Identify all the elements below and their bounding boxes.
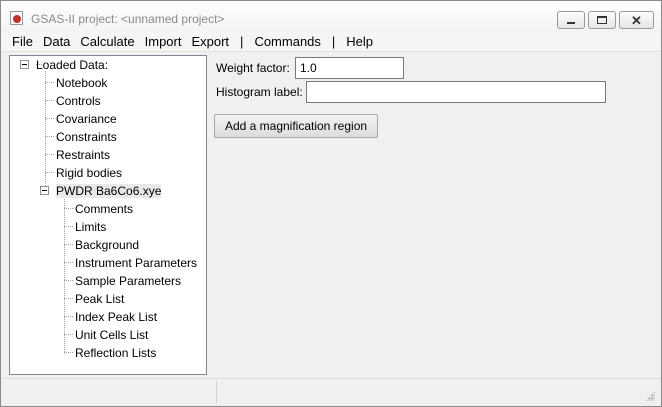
- tree-item-unit-cells-list[interactable]: Unit Cells List: [75, 327, 148, 343]
- tree-connector: [45, 118, 54, 119]
- tree-connector: [45, 172, 54, 173]
- tree-connector: [64, 262, 73, 263]
- menu-export[interactable]: Export: [186, 34, 234, 49]
- tree-root[interactable]: Loaded Data:: [36, 57, 108, 73]
- add-magnification-button[interactable]: Add a magnification region: [214, 114, 378, 138]
- menu-separator: |: [331, 34, 336, 49]
- tree-item-label: Restraints: [56, 148, 111, 162]
- maximize-button[interactable]: [588, 11, 616, 29]
- gsas-app-icon: [10, 11, 23, 25]
- tree-item-constraints[interactable]: Constraints: [56, 129, 117, 145]
- tree-connector: [45, 100, 54, 101]
- tree-connector: [64, 352, 73, 353]
- tree-connector: [64, 298, 73, 299]
- tree-item-label: Peak List: [75, 292, 125, 306]
- tree-item-restraints[interactable]: Restraints: [56, 147, 110, 163]
- tree-connector: [64, 280, 73, 281]
- tree-connector: [64, 208, 73, 209]
- tree-connector: [45, 154, 54, 155]
- add-magnification-label: Add a magnification region: [224, 119, 368, 133]
- collapse-histogram-icon[interactable]: [40, 186, 49, 195]
- tree-item-instrument-parameters[interactable]: Instrument Parameters: [75, 255, 197, 271]
- menu-commands[interactable]: Commands: [249, 34, 325, 49]
- tree-connector: [45, 82, 54, 83]
- tree-item-comments[interactable]: Comments: [75, 201, 133, 217]
- tree-item-label: Notebook: [56, 76, 108, 90]
- maximize-icon: [597, 16, 607, 24]
- tree-item-histogram[interactable]: PWDR Ba6Co6.xye: [56, 183, 162, 199]
- main-window: GSAS-II project: <unnamed project> ✕ Fil…: [0, 0, 662, 407]
- tree-item-label: Constraints: [56, 130, 117, 144]
- menu-bar: File Data Calculate Import Export | Comm…: [1, 32, 661, 52]
- tree-item-label: Instrument Parameters: [75, 256, 198, 270]
- tree-item-label: Unit Cells List: [75, 328, 149, 342]
- tree-connector: [64, 334, 73, 335]
- tree-item-controls[interactable]: Controls: [56, 93, 101, 109]
- tree-item-label: Background: [75, 238, 140, 252]
- window-title: GSAS-II project: <unnamed project>: [31, 12, 225, 26]
- status-field-1: [1, 381, 217, 403]
- tree-item-peak-list[interactable]: Peak List: [75, 291, 124, 307]
- tree-item-sample-parameters[interactable]: Sample Parameters: [75, 273, 181, 289]
- menu-data[interactable]: Data: [38, 34, 75, 49]
- collapse-root-icon[interactable]: [20, 60, 29, 69]
- menu-file[interactable]: File: [7, 34, 38, 49]
- minimize-button[interactable]: [557, 11, 585, 29]
- tree-connector: [64, 244, 73, 245]
- tree-item-index-peak-list[interactable]: Index Peak List: [75, 309, 157, 325]
- close-button[interactable]: ✕: [619, 11, 654, 29]
- tree-item-label: Covariance: [56, 112, 117, 126]
- weight-factor-input[interactable]: 1.0: [295, 57, 404, 79]
- tree-item-label: Controls: [56, 94, 101, 108]
- close-icon: ✕: [631, 12, 642, 28]
- tree-item-label: Sample Parameters: [75, 274, 182, 288]
- tree-item-label: Reflection Lists: [75, 346, 157, 360]
- data-tree[interactable]: Loaded Data: Notebook Controls Covarianc…: [9, 55, 207, 375]
- tree-connector: [64, 316, 73, 317]
- tree-item-background[interactable]: Background: [75, 237, 139, 253]
- tree-item-rigid-bodies[interactable]: Rigid bodies: [56, 165, 122, 181]
- status-bar: [1, 378, 661, 406]
- histogram-label-input[interactable]: [306, 81, 606, 103]
- tree-item-notebook[interactable]: Notebook: [56, 75, 107, 91]
- tree-item-reflection-lists[interactable]: Reflection Lists: [75, 345, 156, 361]
- menu-calculate[interactable]: Calculate: [75, 34, 139, 49]
- tree-connector: [45, 136, 54, 137]
- tree-item-label: Limits: [75, 220, 107, 234]
- tree-connector: [45, 71, 46, 192]
- title-bar[interactable]: GSAS-II project: <unnamed project> ✕: [1, 1, 661, 32]
- tree-root-label: Loaded Data:: [36, 58, 109, 72]
- tree-item-label: Index Peak List: [75, 310, 158, 324]
- status-field-2: [217, 381, 647, 403]
- menu-separator: |: [240, 34, 244, 49]
- histogram-label-label: Histogram label:: [216, 85, 303, 99]
- tree-item-covariance[interactable]: Covariance: [56, 111, 117, 127]
- tree-connector: [64, 197, 65, 354]
- tree-item-label: PWDR Ba6Co6.xye: [56, 184, 162, 198]
- tree-connector: [64, 226, 73, 227]
- tree-item-label: Comments: [75, 202, 134, 216]
- menu-help[interactable]: Help: [341, 34, 378, 49]
- minimize-icon: [567, 22, 575, 24]
- weight-factor-label: Weight factor:: [216, 61, 290, 75]
- menu-import[interactable]: Import: [140, 34, 187, 49]
- tree-item-label: Rigid bodies: [56, 166, 123, 180]
- tree-item-limits[interactable]: Limits: [75, 219, 106, 235]
